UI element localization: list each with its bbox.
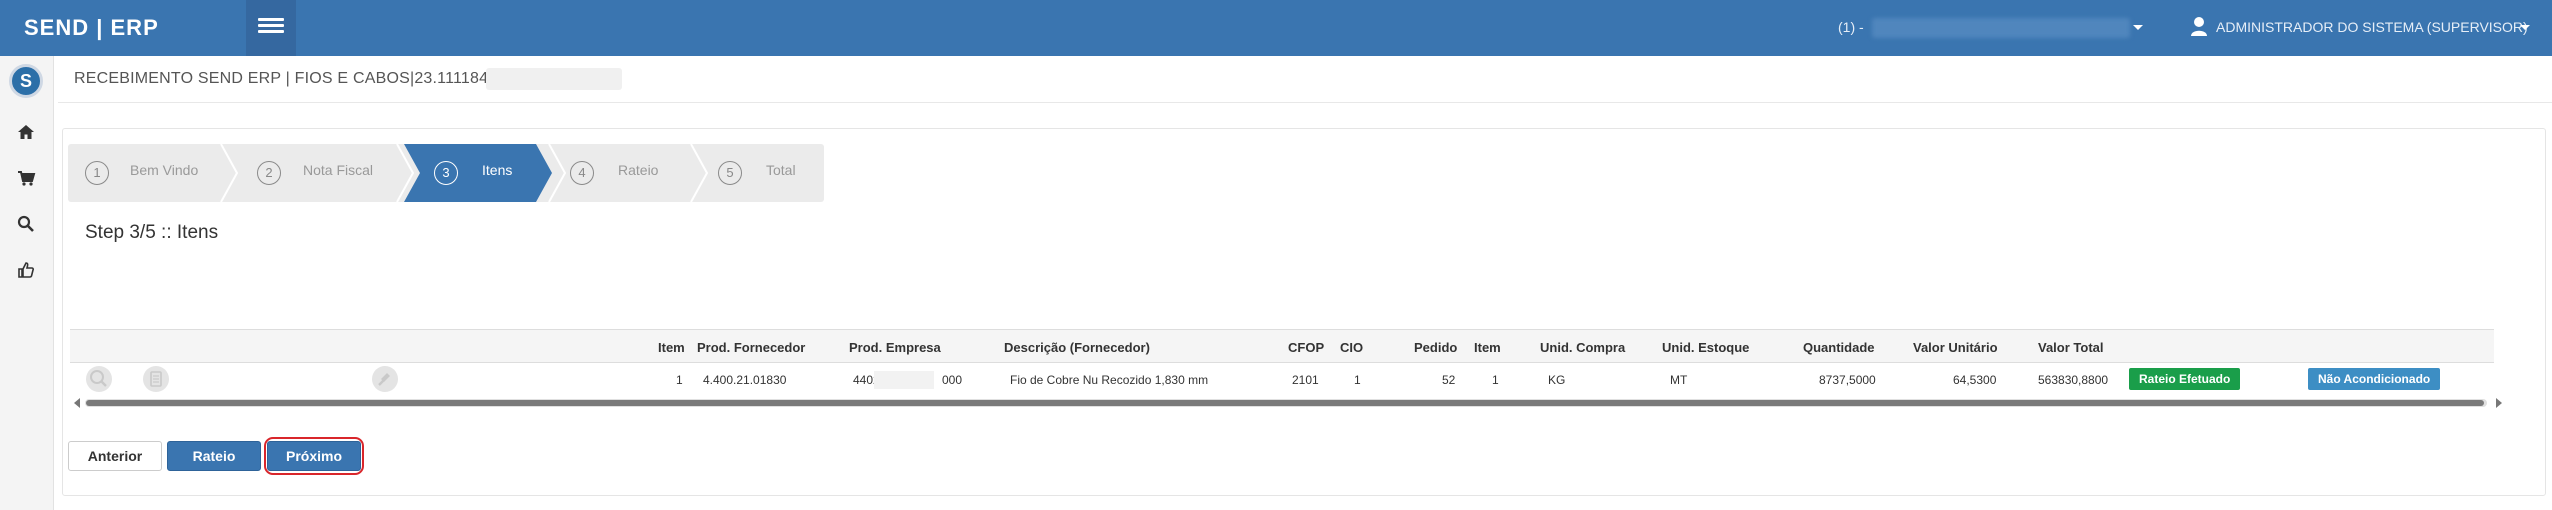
user-menu[interactable]: ADMINISTRADOR DO SISTEMA (SUPERVISOR)	[2216, 19, 2528, 35]
brand-logo[interactable]: SEND | ERP	[0, 0, 246, 56]
step-heading: Step 3/5 :: Itens	[85, 222, 219, 243]
col-header-prod-empresa[interactable]: Prod. Empresa	[849, 340, 941, 355]
step-label: Itens	[482, 162, 513, 178]
prod-empresa-redacted	[874, 371, 934, 389]
wizard-step-4[interactable]: 4 Rateio	[556, 144, 686, 202]
cart-icon[interactable]	[16, 168, 36, 188]
header-divider	[58, 102, 2552, 103]
scrollbar-thumb[interactable]	[86, 400, 2484, 406]
sidebar: S	[0, 56, 54, 510]
thumbs-up-icon[interactable]	[16, 260, 36, 280]
step-number: 5	[718, 161, 742, 185]
user-dropdown-chevron-icon[interactable]	[2520, 25, 2530, 30]
step-label: Rateio	[618, 162, 659, 178]
scroll-right-icon[interactable]	[2496, 398, 2502, 408]
next-button[interactable]: Próximo	[267, 441, 361, 471]
company-selector-label[interactable]: (1) -	[1838, 19, 1864, 35]
status-badge-rateio: Rateio Efetuado	[2129, 368, 2241, 390]
step-number: 2	[257, 161, 281, 185]
step-label: Bem Vindo	[130, 162, 199, 178]
cell-cfop: 2101	[1292, 373, 1319, 387]
step-number: 1	[85, 161, 109, 185]
zoom-icon[interactable]	[86, 366, 112, 392]
step-label: Total	[766, 162, 796, 178]
gavel-icon[interactable]	[372, 366, 398, 392]
menu-toggle-button[interactable]	[246, 0, 296, 56]
wizard-step-2[interactable]: 2 Nota Fiscal	[232, 144, 402, 202]
cell-unid-estoque: MT	[1670, 373, 1688, 387]
cell-prod-empresa-end: 000	[942, 373, 963, 387]
wizard-step-3[interactable]: 3 Itens	[420, 144, 550, 202]
cell-cio: 1	[1354, 373, 1361, 387]
col-header-item-pedido[interactable]: Item	[1474, 340, 1501, 355]
calculator-icon[interactable]	[143, 366, 169, 392]
cell-descricao: Fio de Cobre Nu Recozido 1,830 mm	[1010, 373, 1209, 387]
cell-valor-total: 563830,8800	[2038, 373, 2109, 387]
cell-prod-fornecedor: 4.400.21.01830	[703, 373, 787, 387]
cell-quantidade: 8737,5000	[1819, 373, 1876, 387]
col-header-unid-compra[interactable]: Unid. Compra	[1540, 340, 1625, 355]
status-badge-acondicionado: Não Acondicionado	[2308, 368, 2441, 390]
col-header-quantidade[interactable]: Quantidade	[1803, 340, 1875, 355]
col-header-valor-unitario[interactable]: Valor Unitário	[1913, 340, 1998, 355]
search-icon[interactable]	[16, 214, 36, 234]
col-header-prod-fornecedor[interactable]: Prod. Fornecedor	[697, 340, 805, 355]
col-header-valor-total[interactable]: Valor Total	[2038, 340, 2104, 355]
cell-pedido: 52	[1442, 373, 1456, 387]
wizard-step-5[interactable]: 5 Total	[706, 144, 824, 202]
hamburger-icon	[258, 18, 284, 21]
top-navbar: SEND | ERP (1) - ADMINISTRADOR DO SISTEM…	[0, 0, 2552, 56]
step-label: Nota Fiscal	[303, 162, 374, 178]
hamburger-icon	[258, 24, 284, 27]
scroll-left-icon[interactable]	[74, 398, 80, 408]
col-header-cfop[interactable]: CFOP	[1288, 340, 1324, 355]
title-redacted	[486, 68, 622, 90]
table-header: Item Prod. Fornecedor Prod. Empresa Desc…	[70, 329, 2494, 363]
col-header-pedido[interactable]: Pedido	[1414, 340, 1457, 355]
col-header-descricao[interactable]: Descrição (Fornecedor)	[1004, 340, 1150, 355]
cell-valor-unitario: 64,5300	[1953, 373, 1997, 387]
col-header-unid-estoque[interactable]: Unid. Estoque	[1662, 340, 1749, 355]
hamburger-icon	[258, 30, 284, 33]
step-number: 4	[570, 161, 594, 185]
home-icon[interactable]	[16, 122, 36, 142]
company-dropdown-chevron-icon[interactable]	[2133, 25, 2143, 30]
col-header-item[interactable]: Item	[658, 340, 685, 355]
cell-unid-compra: KG	[1548, 373, 1566, 387]
app-logo-icon[interactable]: S	[9, 64, 43, 98]
user-icon	[2191, 17, 2207, 36]
page-title: RECEBIMENTO SEND ERP | FIOS E CABOS|23.1…	[74, 70, 493, 87]
company-name-redacted	[1872, 18, 2130, 38]
previous-button[interactable]: Anterior	[68, 441, 162, 471]
wizard-step-1[interactable]: 1 Bem Vindo	[68, 144, 228, 202]
rateio-button[interactable]: Rateio	[167, 441, 261, 471]
step-number: 3	[434, 161, 458, 185]
cell-item-pedido: 1	[1492, 373, 1499, 387]
col-header-cio[interactable]: CIO	[1340, 340, 1363, 355]
cell-item: 1	[676, 373, 683, 387]
